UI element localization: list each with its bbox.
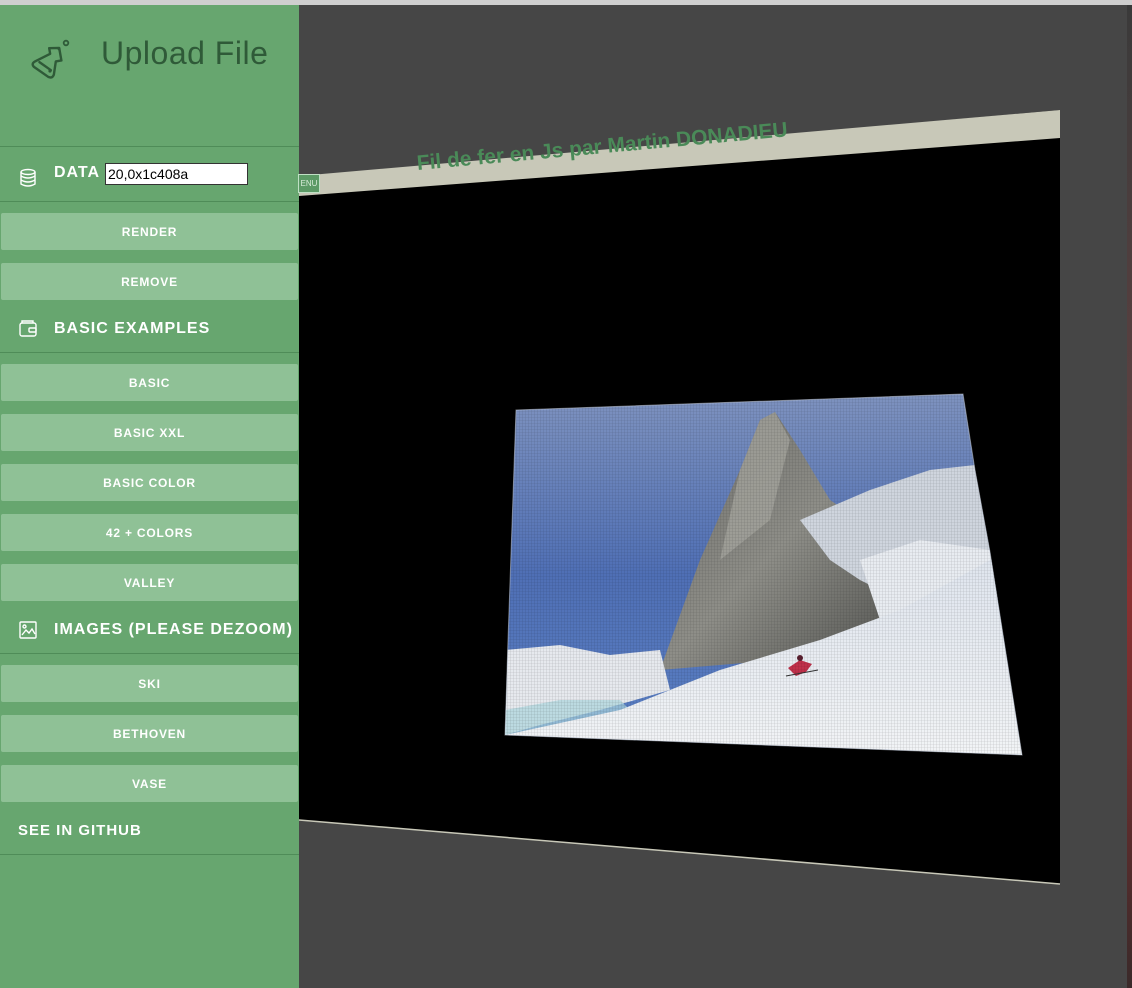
window-edge [1127, 5, 1132, 988]
wireframe-ski-image [505, 394, 1022, 755]
menu-button[interactable]: ENU [298, 174, 320, 193]
